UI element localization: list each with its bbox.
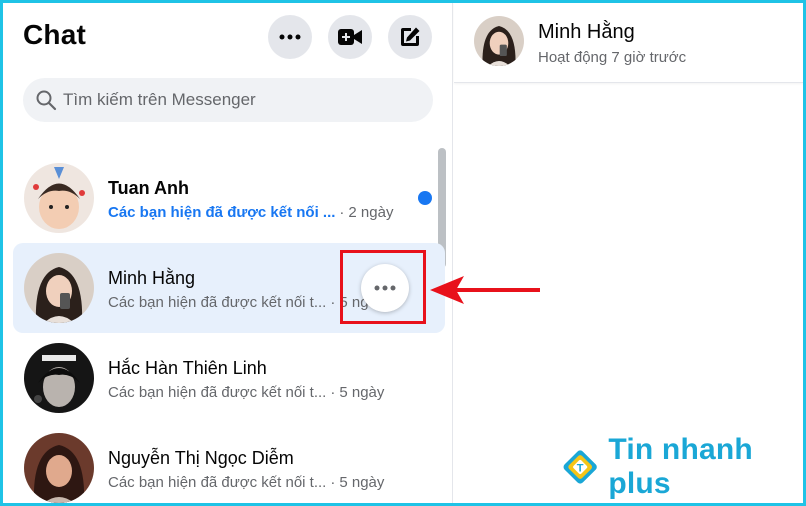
conversation-name: Tuan Anh	[108, 178, 189, 198]
new-message-button[interactable]	[388, 15, 432, 59]
conversation-preview: Các bạn hiện đã được kết nối t...	[108, 384, 327, 401]
conversation-name: Hắc Hàn Thiên Linh	[108, 358, 267, 378]
avatar[interactable]	[474, 16, 524, 66]
avatar	[24, 163, 94, 233]
conversation-preview-line: Các bạn hiện đã được kết nối t... · 5 ngày	[108, 474, 384, 491]
avatar	[24, 343, 94, 413]
conversation-time: 5 ngày	[339, 384, 385, 401]
separator-dot: ·	[330, 474, 336, 491]
avatar	[24, 433, 94, 503]
conversation-preview-line: Các bạn hiện đã được kết nối t... · 5 ngày	[108, 384, 384, 401]
watermark: T Tin nhanh plus	[560, 433, 806, 500]
highlight-box	[340, 250, 426, 324]
more-icon	[279, 34, 301, 40]
conversation-panel: Minh Hằng Hoạt động 7 giờ trước	[454, 3, 803, 503]
avatar	[24, 253, 94, 323]
more-options-button[interactable]	[268, 15, 312, 59]
watermark-text: Tin nhanh plus	[608, 433, 753, 500]
compose-icon	[401, 27, 420, 46]
conversation-name: Nguyễn Thị Ngọc Diễm	[108, 448, 294, 468]
video-call-icon	[338, 29, 362, 45]
conversation-title: Minh Hằng	[538, 21, 635, 43]
conversation-time: 5 ngày	[339, 474, 385, 491]
conversation-row-nguyen-thi-ngoc-diem[interactable]: Nguyễn Thị Ngọc Diễm Các bạn hiện đã đượ…	[13, 423, 445, 503]
conversation-list: Tuan Anh Các bạn hiện đã được kết nối ..…	[13, 153, 445, 503]
red-arrow-annotation	[430, 276, 540, 304]
tin-nhanh-plus-logo-icon: T	[563, 450, 597, 484]
search-box[interactable]	[23, 78, 433, 122]
new-video-call-button[interactable]	[328, 15, 372, 59]
chat-list-panel: Chat Tìm kiếm trên Messenger Tuan Anh Cá…	[3, 3, 453, 503]
conversation-time: 2 ngày	[348, 204, 394, 221]
unread-indicator	[418, 191, 432, 205]
page-title: Chat	[23, 19, 87, 50]
conversation-name: Minh Hằng	[108, 268, 196, 288]
conversation-row-hac-han-thien-linh[interactable]: Hắc Hàn Thiên Linh Các bạn hiện đã được …	[13, 333, 445, 423]
separator-dot: ·	[330, 384, 336, 401]
conversation-header[interactable]: Minh Hằng Hoạt động 7 giờ trước	[454, 3, 803, 83]
svg-text:T: T	[577, 463, 584, 475]
separator-dot: ·	[330, 294, 336, 311]
active-status: Hoạt động 7 giờ trước	[538, 49, 687, 66]
conversation-preview-line: Các bạn hiện đã được kết nối ... · 2 ngày	[108, 204, 393, 221]
separator-dot: ·	[339, 204, 345, 221]
conversation-row-minh-hang[interactable]: Minh Hằng Các bạn hiện đã được kết nối t…	[13, 243, 445, 333]
conversation-row-tuan-anh[interactable]: Tuan Anh Các bạn hiện đã được kết nối ..…	[13, 153, 445, 243]
conversation-preview: Các bạn hiện đã được kết nối t...	[108, 474, 327, 491]
conversation-preview: Các bạn hiện đã được kết nối ...	[108, 204, 336, 221]
search-input[interactable]	[63, 90, 403, 110]
search-icon	[36, 90, 57, 111]
conversation-preview: Các bạn hiện đã được kết nối t...	[108, 294, 327, 311]
